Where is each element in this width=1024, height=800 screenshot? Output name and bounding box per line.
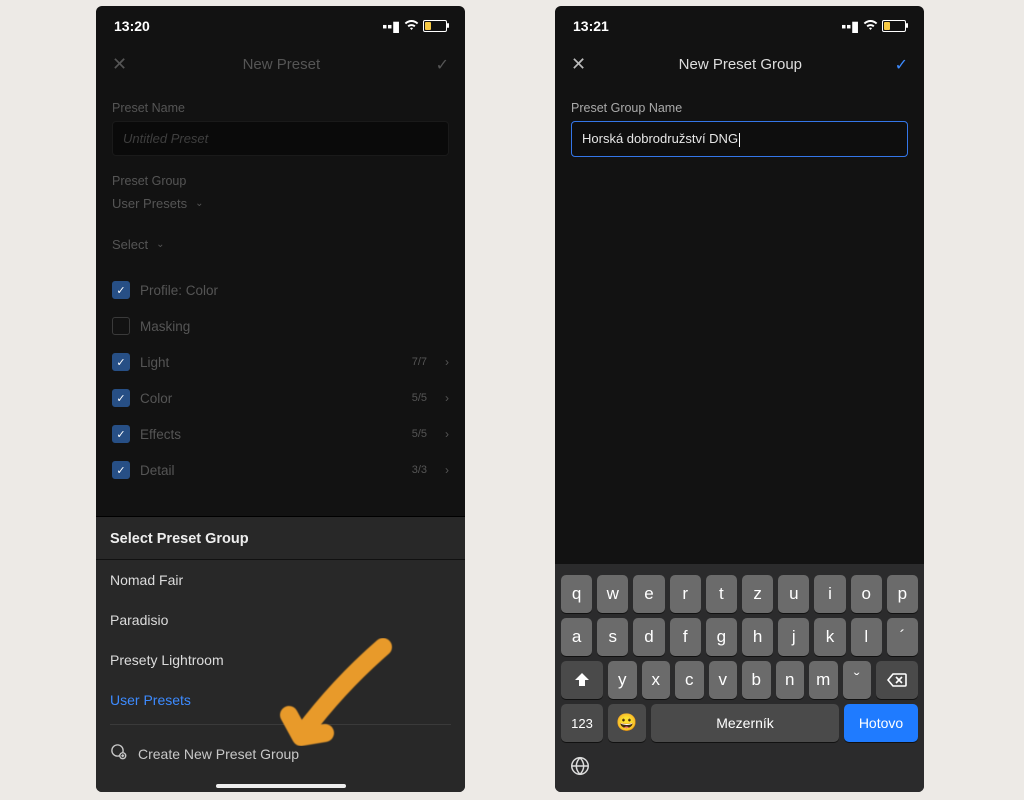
checkbox-icon[interactable]: ✓ xyxy=(112,353,130,371)
chevron-right-icon: › xyxy=(445,391,449,405)
modal-header: ✕ New Preset Group ✓ xyxy=(555,42,924,87)
key-t[interactable]: t xyxy=(706,575,737,613)
done-key[interactable]: Hotovo xyxy=(844,704,918,742)
status-bar: 13:20 ▪▪▮ xyxy=(96,6,465,42)
key-f[interactable]: f xyxy=(670,618,701,656)
sheet-item[interactable]: Paradisio xyxy=(96,600,465,640)
key-r[interactable]: r xyxy=(670,575,701,613)
option-row[interactable]: ✓ Color 5/5 › xyxy=(112,380,449,416)
chevron-down-icon: ⌄ xyxy=(156,239,164,250)
preset-group-value: User Presets xyxy=(112,196,187,211)
checkbox-icon[interactable] xyxy=(112,317,130,335)
key-i[interactable]: i xyxy=(814,575,845,613)
close-icon[interactable]: ✕ xyxy=(112,54,127,75)
keyboard: qwertzuiop asdfghjkl´ yxcvbnmˇ 123 😀 Mez… xyxy=(555,564,924,792)
chevron-right-icon: › xyxy=(445,463,449,477)
option-row[interactable]: ✓ Profile: Color xyxy=(112,272,449,308)
phone-left: 13:20 ▪▪▮ ✕ New Preset ✓ Preset Name Unt… xyxy=(96,6,465,792)
modal-title: New Preset Group xyxy=(679,56,802,73)
backspace-key[interactable] xyxy=(876,661,918,699)
checkbox-icon[interactable]: ✓ xyxy=(112,389,130,407)
options-list: ✓ Profile: Color Masking ✓ Light 7/7 › ✓… xyxy=(112,272,449,488)
key-e[interactable]: e xyxy=(633,575,664,613)
key-p[interactable]: p xyxy=(887,575,918,613)
battery-icon xyxy=(423,20,447,32)
wifi-icon xyxy=(404,18,419,34)
key-c[interactable]: c xyxy=(675,661,704,699)
key-´[interactable]: ´ xyxy=(887,618,918,656)
preset-group-dropdown[interactable]: User Presets ⌄ xyxy=(112,196,449,211)
divider xyxy=(110,724,451,725)
checkbox-icon[interactable]: ✓ xyxy=(112,461,130,479)
signal-icon: ▪▪▮ xyxy=(841,18,859,35)
key-o[interactable]: o xyxy=(851,575,882,613)
key-a[interactable]: a xyxy=(561,618,592,656)
key-d[interactable]: d xyxy=(633,618,664,656)
chevron-right-icon: › xyxy=(445,355,449,369)
key-z[interactable]: z xyxy=(742,575,773,613)
key-v[interactable]: v xyxy=(709,661,738,699)
battery-icon xyxy=(882,20,906,32)
globe-icon[interactable] xyxy=(569,755,591,782)
key-y[interactable]: y xyxy=(608,661,637,699)
key-ˇ[interactable]: ˇ xyxy=(843,661,872,699)
status-time: 13:20 xyxy=(114,18,150,34)
preset-group-label: Preset Group xyxy=(112,174,449,188)
confirm-icon[interactable]: ✓ xyxy=(895,55,908,75)
group-name-input[interactable]: Horská dobrodružství DNG xyxy=(571,121,908,157)
key-k[interactable]: k xyxy=(814,618,845,656)
key-n[interactable]: n xyxy=(776,661,805,699)
option-row[interactable]: ✓ Detail 3/3 › xyxy=(112,452,449,488)
space-key[interactable]: Mezerník xyxy=(651,704,839,742)
option-row[interactable]: ✓ Light 7/7 › xyxy=(112,344,449,380)
shift-key[interactable] xyxy=(561,661,603,699)
option-row[interactable]: Masking xyxy=(112,308,449,344)
checkbox-icon[interactable]: ✓ xyxy=(112,281,130,299)
key-j[interactable]: j xyxy=(778,618,809,656)
status-bar: 13:21 ▪▪▮ xyxy=(555,6,924,42)
sheet-item[interactable]: Nomad Fair xyxy=(96,560,465,600)
sheet-title: Select Preset Group xyxy=(96,517,465,560)
emoji-key[interactable]: 😀 xyxy=(608,704,646,742)
sheet-item[interactable]: Presety Lightroom xyxy=(96,640,465,680)
numeric-key[interactable]: 123 xyxy=(561,704,603,742)
add-group-icon xyxy=(110,743,128,764)
create-preset-group[interactable]: Create New Preset Group xyxy=(96,729,465,778)
signal-icon: ▪▪▮ xyxy=(382,18,400,35)
sheet-item-active[interactable]: User Presets xyxy=(96,680,465,720)
key-g[interactable]: g xyxy=(706,618,737,656)
key-s[interactable]: s xyxy=(597,618,628,656)
close-icon[interactable]: ✕ xyxy=(571,54,586,75)
key-q[interactable]: q xyxy=(561,575,592,613)
wifi-icon xyxy=(863,18,878,34)
group-name-label: Preset Group Name xyxy=(571,101,908,115)
preset-name-label: Preset Name xyxy=(112,101,449,115)
preset-group-sheet: Select Preset Group Nomad Fair Paradisio… xyxy=(96,516,465,792)
select-toggle[interactable]: Select ⌄ xyxy=(112,237,449,252)
key-w[interactable]: w xyxy=(597,575,628,613)
key-u[interactable]: u xyxy=(778,575,809,613)
chevron-down-icon: ⌄ xyxy=(195,198,203,209)
chevron-right-icon: › xyxy=(445,427,449,441)
home-indicator[interactable] xyxy=(216,784,346,788)
preset-name-input[interactable]: Untitled Preset xyxy=(112,121,449,156)
phone-right: 13:21 ▪▪▮ ✕ New Preset Group ✓ Preset Gr… xyxy=(555,6,924,792)
key-b[interactable]: b xyxy=(742,661,771,699)
key-h[interactable]: h xyxy=(742,618,773,656)
key-m[interactable]: m xyxy=(809,661,838,699)
text-caret xyxy=(739,133,740,147)
checkbox-icon[interactable]: ✓ xyxy=(112,425,130,443)
option-row[interactable]: ✓ Effects 5/5 › xyxy=(112,416,449,452)
key-l[interactable]: l xyxy=(851,618,882,656)
key-x[interactable]: x xyxy=(642,661,671,699)
status-time: 13:21 xyxy=(573,18,609,34)
modal-header: ✕ New Preset ✓ xyxy=(96,42,465,87)
confirm-icon[interactable]: ✓ xyxy=(436,55,449,75)
modal-title: New Preset xyxy=(243,56,321,73)
